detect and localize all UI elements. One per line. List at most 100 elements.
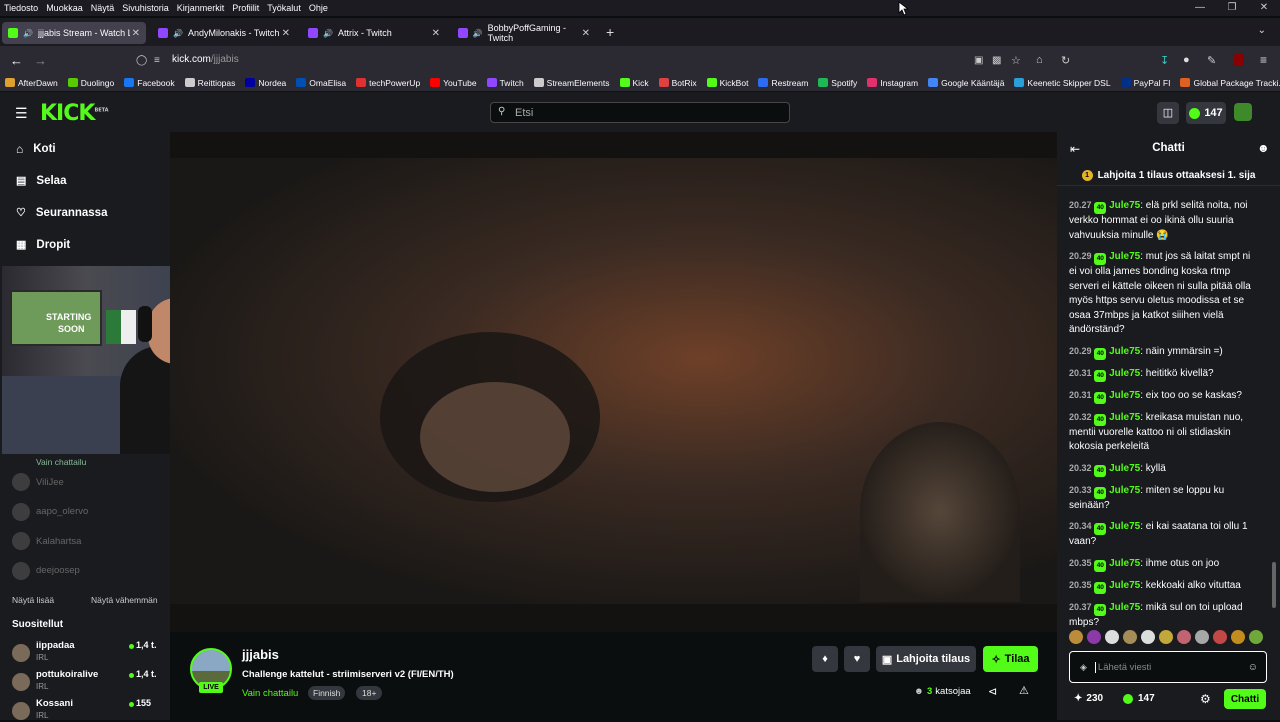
menu-profiles[interactable]: Profiilit (228, 3, 263, 13)
emote-icon[interactable] (1195, 630, 1209, 644)
send-chat-button[interactable]: Chatti (1224, 689, 1266, 709)
emoji-icon[interactable]: ☺ (1248, 662, 1258, 673)
share-icon[interactable]: ⊲ (988, 685, 997, 698)
menu-bookmarks[interactable]: Kirjanmerkit (173, 3, 229, 13)
chat-settings-icon[interactable]: ⚙ (1200, 692, 1211, 706)
bookmark-item[interactable]: Keenetic Skipper DSL (1009, 77, 1115, 88)
bookmark-item[interactable]: Reittiopas (180, 77, 241, 88)
tab-attrix[interactable]: 🔊 Attrix - Twitch ✕ (302, 22, 446, 44)
bookmark-item[interactable]: StreamElements (529, 77, 615, 88)
tag-finnish[interactable]: Finnish (308, 686, 346, 700)
points-display[interactable]: ✦ 230 (1074, 693, 1103, 704)
chat-message[interactable]: 20.31 40 Jule75: heititkö kivellä? (1057, 366, 1270, 382)
message-username[interactable]: Jule75 (1109, 558, 1140, 569)
emote-icon[interactable] (1213, 630, 1227, 644)
bookmark-item[interactable]: Restream (753, 77, 813, 88)
bookmark-item[interactable]: Facebook (119, 77, 179, 88)
chat-message[interactable]: 20.35 40 Jule75: kekkoaki alko vituttaa (1057, 578, 1270, 594)
message-username[interactable]: Jule75 (1109, 412, 1140, 423)
recommended-channel[interactable]: iippadaa IRL 1,4 t. (12, 640, 162, 664)
tab-andymilonakis[interactable]: 🔊 AndyMilonakis - Twitch ✕ (152, 22, 296, 44)
subscribe-button[interactable]: ✧ Tilaa (983, 646, 1038, 672)
chat-message[interactable]: 20.32 40 Jule75: kreikasa muistan nuo, m… (1057, 410, 1270, 455)
layout-button[interactable]: ◫ (1157, 102, 1179, 124)
pip-icon[interactable]: ▩ (992, 55, 1001, 66)
message-username[interactable]: Jule75 (1109, 463, 1140, 474)
notification-bell-button[interactable]: ♦ (812, 646, 838, 672)
show-more-button[interactable]: Näytä lisää (12, 595, 54, 605)
message-username[interactable]: Jule75 (1109, 602, 1140, 613)
address-bar[interactable]: kick.com/jjjabis (172, 54, 239, 65)
bookmark-item[interactable]: BotRix (654, 77, 702, 88)
emote-icon[interactable] (1123, 630, 1137, 644)
close-tab-icon[interactable]: ✕ (282, 28, 290, 39)
menu-edit[interactable]: Muokkaa (42, 3, 87, 13)
emote-icon[interactable] (1249, 630, 1263, 644)
app-menu-icon[interactable]: ≡ (1260, 53, 1267, 67)
followed-channel[interactable]: aapo_olervo (12, 502, 88, 521)
chat-message[interactable]: 20.34 40 Jule75: ei kai saatana toi ollu… (1057, 519, 1270, 550)
ublock-icon[interactable] (1234, 54, 1244, 66)
chat-input[interactable]: ◈ Lähetä viesti ☺ (1069, 651, 1267, 683)
sidebar-item-browse[interactable]: ▤ Selaa (16, 174, 66, 188)
message-username[interactable]: Jule75 (1109, 485, 1140, 496)
message-username[interactable]: Jule75 (1109, 580, 1140, 591)
menu-history[interactable]: Sivuhistoria (118, 3, 173, 13)
followed-channel[interactable]: ViliJee (12, 473, 64, 491)
chat-message[interactable]: 20.32 40 Jule75: kyllä (1057, 461, 1270, 477)
bookmark-item[interactable]: AfterDawn (0, 77, 63, 88)
bookmark-item[interactable]: PayPal FI (1116, 77, 1176, 88)
chat-message[interactable]: 20.27 40 Jule75: elä prkl selitä noita, … (1057, 198, 1270, 243)
emote-icon[interactable] (1177, 630, 1191, 644)
chat-message[interactable]: 20.29 40 Jule75: mut jos sä laitat smpt … (1057, 249, 1270, 338)
restore-icon[interactable]: ❐ (1216, 0, 1248, 16)
chat-message[interactable]: 20.33 40 Jule75: miten se loppu ku seinä… (1057, 483, 1270, 514)
video-player[interactable] (170, 132, 1057, 632)
pinned-gift-banner[interactable]: 1 Lahjoita 1 tilaus ottaaksesi 1. sija (1057, 166, 1280, 186)
bookmark-item[interactable]: Instagram (862, 77, 923, 88)
recommended-channel[interactable]: pottukoiralive IRL 1,4 t. (12, 669, 162, 693)
message-username[interactable]: Jule75 (1109, 346, 1140, 357)
avatar[interactable] (1234, 103, 1252, 121)
menu-file[interactable]: Tiedosto (0, 3, 42, 13)
close-window-icon[interactable]: ✕ (1248, 0, 1280, 16)
bookmark-item[interactable]: Spotify (813, 77, 862, 88)
tab-bobbypoffgaming[interactable]: 🔊 BobbyPoffGaming - Twitch ✕ (452, 22, 596, 44)
sidebar-item-drops[interactable]: ▦ Dropit (16, 238, 70, 252)
emote-icon[interactable] (1069, 630, 1083, 644)
channel-name[interactable]: jjjabis (242, 647, 279, 662)
bookmark-item[interactable]: Google Kääntäjä (923, 77, 1009, 88)
new-tab-icon[interactable]: + (606, 24, 614, 40)
bookmark-item[interactable]: Global Package Tracki... (1175, 77, 1280, 88)
follow-heart-button[interactable]: ♥ (844, 646, 870, 672)
bookmark-item[interactable]: KickBot (702, 77, 754, 88)
page-settings-icon[interactable]: ≡ (154, 55, 160, 66)
chat-message[interactable]: 20.31 40 Jule75: eix too oo se kaskas? (1057, 388, 1270, 404)
bookmark-item[interactable]: YouTube (425, 77, 481, 88)
kicks-balance-button[interactable]: 147 (1186, 102, 1226, 124)
emote-icon[interactable] (1087, 630, 1101, 644)
followed-channel[interactable]: deejoosep (12, 561, 80, 580)
gift-subscription-button[interactable]: ▣ Lahjoita tilaus (876, 646, 976, 672)
emote-icon[interactable] (1141, 630, 1155, 644)
back-icon[interactable]: ← (10, 53, 23, 68)
sidebar-item-following[interactable]: ♡ Seurannassa (16, 206, 107, 220)
stream-category[interactable]: Vain chattailu (242, 688, 298, 699)
extensions-icon[interactable]: ✎ (1207, 54, 1216, 67)
tag-18plus[interactable]: 18+ (356, 686, 383, 700)
chat-message[interactable]: 20.35 40 Jule75: ihme otus on joo (1057, 556, 1270, 572)
star-icon[interactable]: ☆ (1011, 54, 1021, 67)
recommended-channel[interactable]: Kossani IRL 155 (12, 698, 162, 722)
reload-icon[interactable]: ↻ (1061, 54, 1070, 67)
tab-jjjabis[interactable]: 🔊 jjjabis Stream - Watch Live ✕ (2, 22, 146, 44)
bookmark-item[interactable]: Nordea (240, 77, 291, 88)
close-tab-icon[interactable]: ✕ (132, 28, 140, 39)
home-browser-icon[interactable]: ⌂ (1036, 54, 1043, 66)
sidebar-item-home[interactable]: ⌂ Koti (16, 142, 56, 156)
message-username[interactable]: Jule75 (1109, 368, 1140, 379)
bookmark-item[interactable]: Duolingo (63, 77, 120, 88)
menu-tools[interactable]: Työkalut (263, 3, 305, 13)
screenshot-icon[interactable]: ▣ (974, 55, 983, 66)
close-tab-icon[interactable]: ✕ (432, 28, 440, 39)
menu-view[interactable]: Näytä (87, 3, 119, 13)
